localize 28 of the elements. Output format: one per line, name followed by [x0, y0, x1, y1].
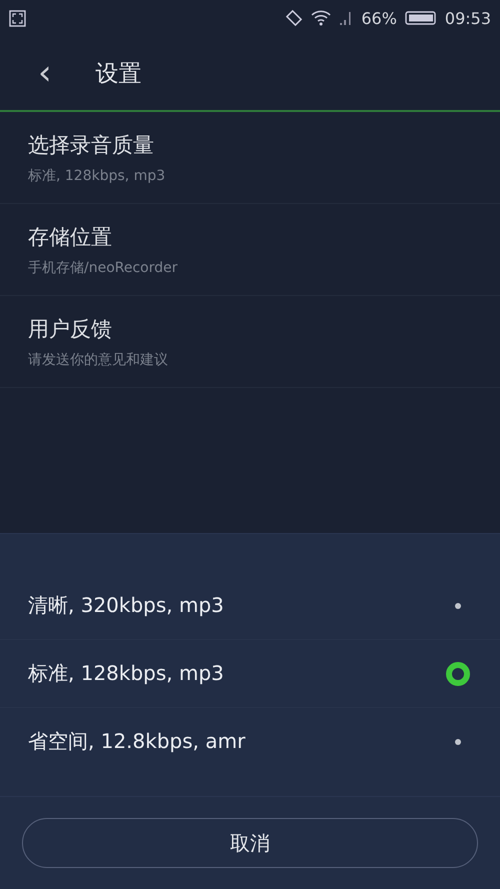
item-title: 存储位置	[28, 224, 113, 250]
settings-item[interactable]: 选择录音质量 标准, 128kbps, mp3	[0, 112, 500, 204]
battery-percent: 66%	[361, 8, 397, 28]
wifi-icon	[311, 10, 332, 26]
item-subtitle: 请发送你的意见和建议	[28, 350, 169, 368]
quality-option[interactable]: 清晰, 320kbps, mp3	[0, 572, 500, 640]
page-title: 设置	[96, 60, 142, 88]
radio-button[interactable]	[455, 738, 461, 744]
battery-icon	[404, 11, 437, 25]
settings-item[interactable]: 存储位置 手机存储/neoRecorder	[0, 204, 500, 296]
item-subtitle: 标准, 128kbps, mp3	[28, 166, 166, 184]
back-button[interactable]: ‹	[28, 56, 62, 90]
radio-button[interactable]	[446, 662, 470, 686]
radio-button[interactable]	[455, 602, 461, 608]
cancel-button[interactable]: 取消	[22, 818, 478, 868]
item-subtitle: 手机存储/neoRecorder	[28, 258, 179, 276]
quality-option[interactable]: 省空间, 12.8kbps, amr	[0, 708, 500, 775]
option-label: 清晰, 320kbps, mp3	[28, 592, 225, 619]
screenshot-icon	[9, 10, 26, 26]
signal-icon	[339, 10, 354, 26]
item-title: 选择录音质量	[28, 132, 155, 158]
quality-option[interactable]: 标准, 128kbps, mp3	[0, 640, 500, 708]
item-title: 用户反馈	[28, 316, 113, 342]
rotation-icon	[285, 9, 304, 27]
option-label: 省空间, 12.8kbps, amr	[28, 728, 246, 755]
settings-item[interactable]: 用户反馈 请发送你的意见和建议	[0, 296, 500, 388]
option-label: 标准, 128kbps, mp3	[28, 660, 225, 687]
status-time: 09:53	[444, 8, 491, 28]
